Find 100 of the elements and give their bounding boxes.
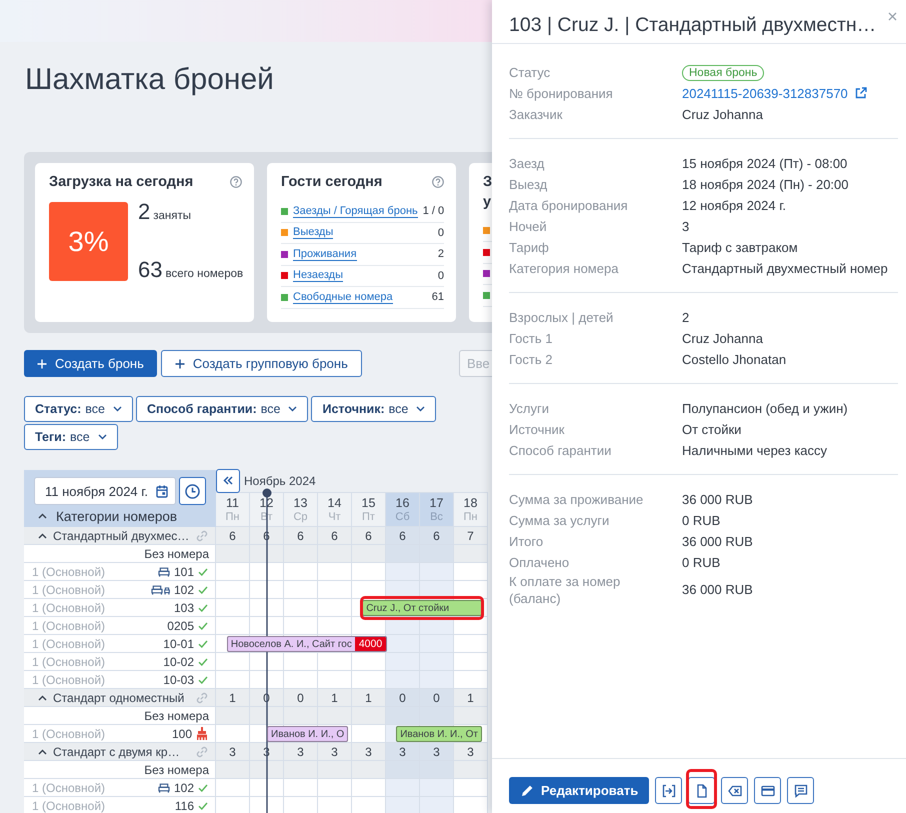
guest-category-link[interactable]: Заезды / Горящая бронь [293,204,418,218]
stat-label: заняты [153,210,192,222]
availability-cell: 1 [216,689,250,707]
check-in-button[interactable] [655,777,682,804]
detail-value: 36 000 RUB [682,490,754,508]
rate-label: 1 (Основной) [32,780,106,794]
room-number: 101 [174,564,194,578]
detail-label: Ночей [509,218,548,234]
panel-title: 103 | Cruz J. | Стандартный двухместн… [509,13,876,37]
unassigned-row-header: Без номера [24,545,216,563]
edit-button[interactable]: Редактировать [509,777,650,804]
room-number: 100 [172,726,192,740]
filter-dropdown[interactable]: Статус: все [24,396,133,422]
search-field[interactable]: Вве [459,350,492,377]
chevron-up-icon[interactable] [38,532,47,538]
document-button[interactable] [688,777,716,804]
room-number: 0205 [167,618,194,632]
bracket-arrow-icon [662,784,676,798]
availability-cell: 7 [454,527,488,545]
occupancy-tile: 3% [49,202,128,281]
detail-label: Итого [509,532,544,550]
booking-bar[interactable]: Иванов И. И., От [396,726,482,742]
booking-number-link[interactable]: 20241115-20639-312837570 [682,84,848,102]
availability-cell: 3 [216,743,250,761]
count-value: 1 / 0 [422,205,444,218]
detail-label: Категория номера [509,260,620,276]
card-title: Гости сегодня [281,173,382,191]
count-value: 0 [438,270,444,282]
filter-dropdown[interactable]: Способ гарантии: все [136,396,308,422]
comment-button[interactable] [787,777,814,804]
count-value: 61 [432,291,444,304]
room-number: 10-02 [163,654,194,668]
availability-cell: 3 [352,743,386,761]
status-badge: Новая бронь [682,65,764,81]
detail-value: Стандартный двухместный номер [682,260,889,276]
guest-category-link[interactable]: Незаезды [293,269,343,282]
booking-bar[interactable]: Cruz J., От стойки [362,600,482,616]
availability-cell: 1 [454,689,488,707]
guest-category-link[interactable]: Проживания [293,248,357,261]
detail-value: 3 [682,218,690,234]
detail-label: Взрослых | детей [509,308,614,326]
date-field[interactable]: 11 ноября 2024 г. [34,477,176,505]
card-title: Загрузка на сегодня [49,173,194,191]
chevron-down-icon [113,406,122,412]
calendar-icon [156,484,168,498]
link-icon [196,692,208,704]
categories-toggle[interactable]: Категории номеров [38,507,178,525]
availability-cell: 6 [420,527,454,545]
day-number: 11 [226,496,239,510]
double-chevron-left-icon [223,476,233,485]
previous-button[interactable] [216,468,240,492]
rate-label: 1 (Основной) [32,654,106,668]
detail-value: 0 RUB [682,512,722,528]
availability-cell: 3 [386,743,420,761]
availability-cell: 1 [352,689,386,707]
amount-badge: 4000 [354,637,386,651]
detail-label: К оплате за номер (баланс) [509,572,622,606]
filter-dropdown[interactable]: Источник: все [311,396,436,422]
booking-label: Новоселов А. И., Сайт гос [230,638,353,650]
external-link-icon[interactable] [854,87,867,99]
card-title: З [483,173,492,192]
availability-cell: 6 [318,527,352,545]
unassigned-row-header: Без номера [24,707,216,725]
document-icon [694,784,709,798]
chevron-up-icon[interactable] [38,748,47,754]
detail-value: Costello Jhonatan [682,350,788,368]
message-icon [794,784,808,798]
category-name: Стандарт одноместный [53,690,184,704]
guest-category-link[interactable]: Свободные номера [293,290,393,304]
create-booking-button[interactable]: Создать бронь [24,350,157,377]
detail-value: От стойки [682,420,742,438]
clock-button[interactable] [179,477,206,505]
chevron-up-icon[interactable] [38,694,47,700]
detail-label: Заказчик [509,106,564,122]
detail-value: Полупансион (обед и ужин) [682,400,849,416]
link-icon [196,746,208,758]
detail-value: Cruz Johanna [682,106,764,122]
availability-cell: 1 [318,689,352,707]
availability-cell: 6 [386,527,420,545]
payment-button[interactable] [754,777,782,804]
detail-label: Статус [509,64,552,80]
booking-bar[interactable]: Иванов И. И., О [267,726,348,742]
filter-dropdown[interactable]: Теги: все [24,424,118,450]
delete-button[interactable] [721,777,748,804]
create-group-booking-button[interactable]: Создать групповую бронь [160,350,362,377]
booking-bar[interactable]: Новоселов А. И., Сайт гос 4000 [226,636,388,652]
rate-label: 1 (Основной) [32,564,106,578]
close-icon[interactable] [888,12,897,21]
room-number: 102 [174,780,194,794]
availability-cell: 0 [420,689,454,707]
detail-value: 18 ноября 2024 (Пн) - 20:00 [682,176,850,192]
rate-label: 1 (Основной) [32,798,106,812]
availability-cell: 3 [318,743,352,761]
weekday-label: Пн [226,510,240,524]
page-title: Шахматка броней [25,62,275,98]
plus-icon [37,358,47,368]
guest-category-link[interactable]: Выезды [293,226,334,240]
detail-label: Дата бронирования [509,196,629,214]
detail-label: Оплачено [509,554,570,570]
chevron-down-icon [288,406,298,412]
